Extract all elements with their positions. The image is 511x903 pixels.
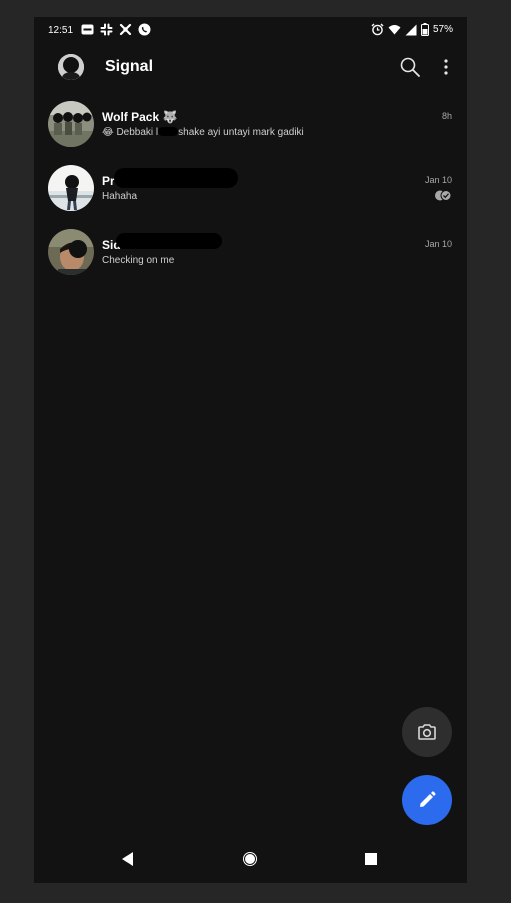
conversation-date: 8h <box>441 111 452 121</box>
slack-icon <box>100 23 113 36</box>
conversation-snippet: Hahaha <box>102 191 138 202</box>
contact-photo-icon <box>48 165 94 211</box>
battery-icon <box>420 23 429 36</box>
app-title: Signal <box>105 58 154 75</box>
delivered-check-icon <box>435 190 452 201</box>
group-avatar <box>48 101 94 147</box>
camera-button[interactable] <box>402 707 452 757</box>
overflow-menu-icon[interactable] <box>439 56 453 78</box>
profile-avatar[interactable] <box>58 54 84 80</box>
redaction-mark <box>114 168 238 188</box>
signal-strength-icon <box>405 24 417 35</box>
group-photo-icon <box>48 101 94 147</box>
compose-button[interactable] <box>402 775 452 825</box>
conversation-date: Jan 10 <box>424 239 452 249</box>
contact-avatar <box>48 165 94 211</box>
wifi-icon <box>388 25 401 35</box>
app-bar: Signal <box>34 43 467 91</box>
status-right-group: 57% <box>371 23 453 36</box>
conversation-name: Pr <box>102 174 115 188</box>
conversation-item-sid[interactable]: Sid Checking on me Jan 10 <box>34 227 467 291</box>
battery-percent: 57% <box>432 24 453 35</box>
pencil-icon <box>420 791 436 807</box>
conversation-snippet: 😂 Debbaki l shake ayi untayi mark gadiki <box>102 127 304 138</box>
search-icon[interactable] <box>399 56 421 78</box>
conversation-date: Jan 10 <box>424 175 452 185</box>
conversation-item-pr[interactable]: Pr Hahaha Jan 10 <box>34 163 467 227</box>
snippet-text-end: shake ayi untayi mark gadiki <box>178 127 304 138</box>
status-time: 12:51 <box>48 25 74 36</box>
contact-avatar <box>48 229 94 275</box>
status-bar: 12:51 57% <box>34 17 467 43</box>
settings-app-icon <box>119 23 132 36</box>
back-icon[interactable] <box>118 849 138 869</box>
alarm-icon <box>371 23 384 36</box>
home-icon[interactable] <box>240 849 260 869</box>
conversation-name: Wolf Pack 🐺 <box>102 110 178 124</box>
airtel-icon <box>81 24 94 35</box>
whatsapp-icon <box>138 23 151 36</box>
profile-photo-icon <box>58 54 84 80</box>
phone-screen: 12:51 57% Signal Wolf Pack 🐺 😂 Debbaki l… <box>34 17 467 883</box>
redaction-mark <box>158 127 179 136</box>
conversation-item-wolf-pack[interactable]: Wolf Pack 🐺 😂 Debbaki l shake ayi untayi … <box>34 99 467 163</box>
recents-icon[interactable] <box>361 849 381 869</box>
snippet-text-start: 😂 Debbaki l <box>102 127 159 138</box>
navigation-bar <box>34 835 467 883</box>
conversation-snippet: Checking on me <box>102 255 175 266</box>
contact-photo-icon <box>48 229 94 275</box>
redaction-mark <box>116 233 222 249</box>
camera-icon <box>418 724 436 740</box>
